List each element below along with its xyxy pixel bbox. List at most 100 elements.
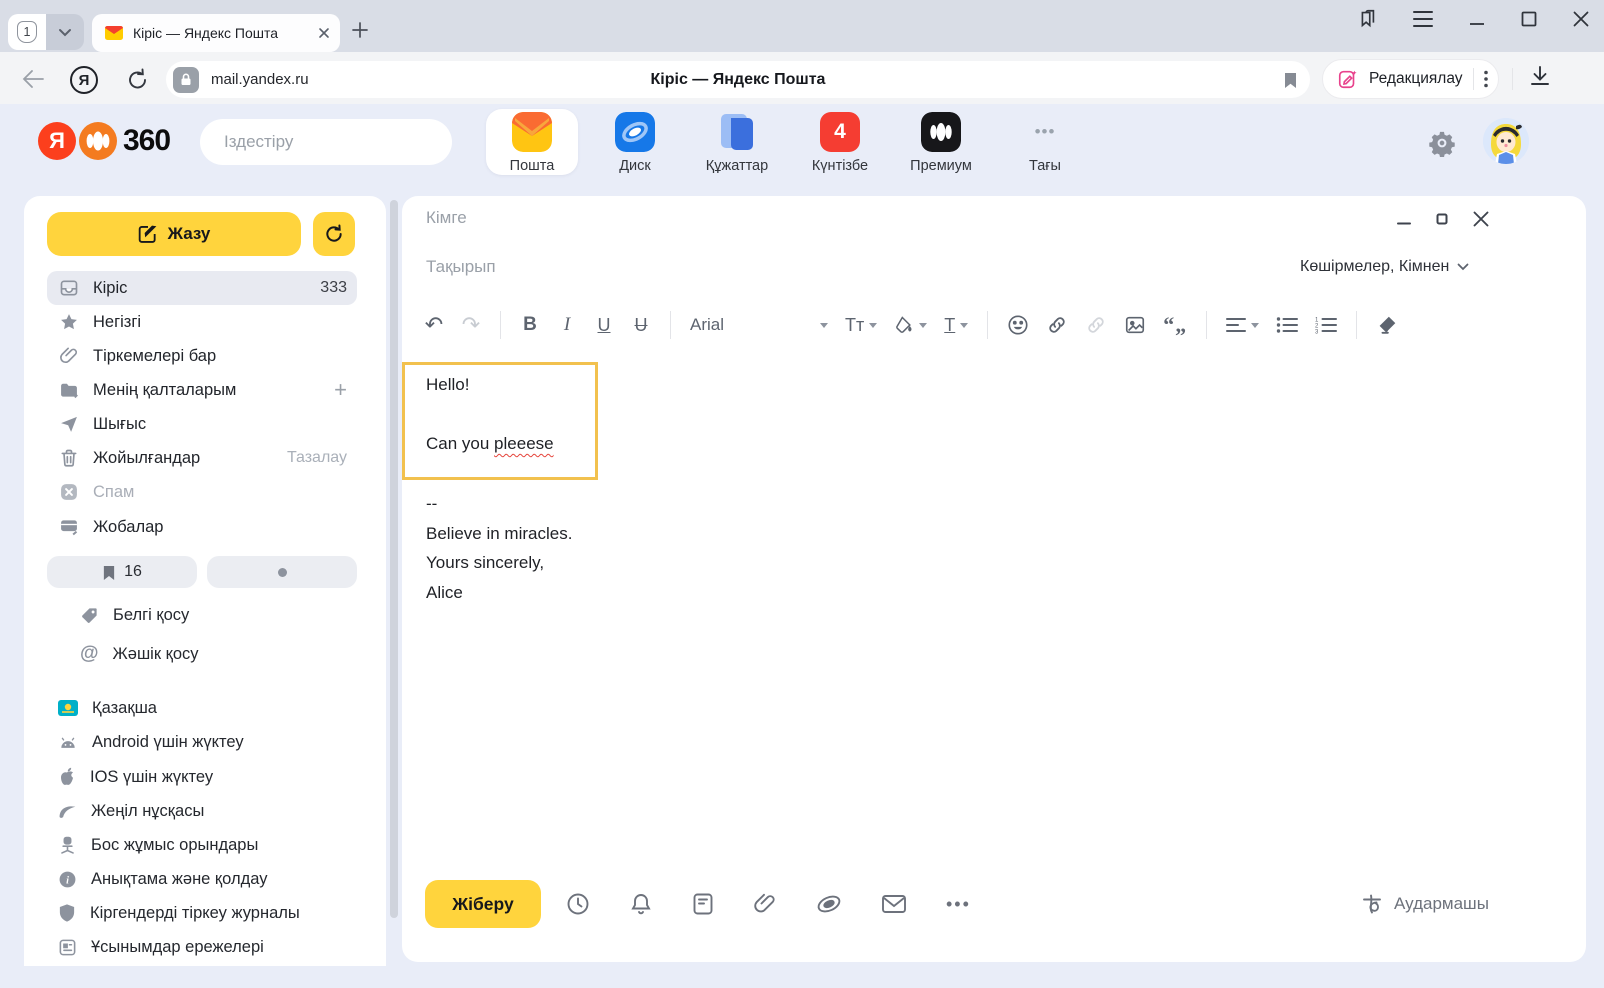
send-button[interactable]: Жіберу <box>425 880 541 928</box>
sidebar-link-light-version[interactable]: Жеңіл нұсқасы <box>58 796 368 826</box>
search-box[interactable] <box>200 119 452 165</box>
underline-button[interactable]: U <box>594 315 614 336</box>
add-folder-button[interactable]: + <box>334 377 347 403</box>
sidebar-link-android[interactable]: Android үшін жүктеу <box>58 727 368 757</box>
numbered-list-icon[interactable]: 123 <box>1315 316 1337 334</box>
insert-image-icon[interactable] <box>1124 314 1146 336</box>
subject-field[interactable] <box>426 257 1226 277</box>
sidebar-folder-attachments[interactable]: Тіркемелері бар <box>47 339 357 373</box>
translate-icon <box>1360 892 1384 916</box>
font-size-select[interactable]: Tт <box>845 315 877 336</box>
bold-button[interactable]: B <box>520 314 540 336</box>
sidebar-folder-projects[interactable]: Жобалар <box>47 510 357 544</box>
window-close-icon[interactable] <box>1572 10 1590 28</box>
search-input[interactable] <box>224 132 445 152</box>
service-calendar[interactable]: 4 Күнтізбе <box>794 110 886 174</box>
sidebar-folder-spam[interactable]: Спам <box>47 475 357 509</box>
new-tab-button[interactable] <box>352 22 368 43</box>
service-premium[interactable]: Премиум <box>895 110 987 174</box>
italic-button[interactable]: I <box>557 314 577 336</box>
sidebar-link-recommendations[interactable]: Ұсынымдар ережелері <box>58 932 368 962</box>
to-field[interactable] <box>426 208 1226 228</box>
notify-bell-icon[interactable] <box>629 892 653 916</box>
bookmarks-pill[interactable]: 16 <box>47 556 197 588</box>
tab-list-chevron-button[interactable] <box>46 14 84 50</box>
tab-counter-group[interactable]: 1 <box>8 14 84 50</box>
sidebar-link-login-journal[interactable]: Кіргендерді тіркеу журналы <box>58 898 368 928</box>
service-mail[interactable]: Пошта <box>486 110 578 174</box>
translator-button[interactable]: Аудармашы <box>1360 880 1489 928</box>
sidebar-link-ios[interactable]: IOS үшін жүктеу <box>58 762 368 792</box>
compose-close-icon[interactable] <box>1472 210 1490 228</box>
back-icon[interactable] <box>22 70 44 88</box>
service-disk[interactable]: Диск <box>589 110 681 174</box>
align-select[interactable] <box>1226 317 1259 333</box>
reload-icon[interactable] <box>126 68 150 92</box>
compose-expand-icon[interactable] <box>1436 213 1448 225</box>
chevron-down-icon <box>960 323 968 328</box>
sidebar-folder-my-folders[interactable]: Менің қалталарым + <box>47 373 357 407</box>
sidebar-folder-trash[interactable]: Жойылғандар Тазалау <box>47 441 357 475</box>
bookmark-icon[interactable] <box>1283 71 1298 89</box>
strikethrough-button[interactable]: U <box>631 315 651 336</box>
user-avatar[interactable] <box>1483 118 1529 164</box>
cc-from-toggle[interactable]: Көшірмелер, Кімнен <box>1300 258 1469 276</box>
service-more[interactable]: ••• Тағы <box>999 110 1091 174</box>
tab-counter-button[interactable]: 1 <box>8 14 46 50</box>
ssl-lock-icon[interactable] <box>173 67 199 93</box>
browser-menu-icon[interactable] <box>1412 10 1434 28</box>
schedule-send-clock-icon[interactable] <box>566 892 590 916</box>
emoji-icon[interactable] <box>1007 314 1029 336</box>
url-bar[interactable]: mail.yandex.ru Кіріс — Яндекс Пошта <box>166 61 1310 98</box>
bookmarks-panel-icon[interactable] <box>1356 8 1378 30</box>
star-icon <box>59 312 79 332</box>
compose-button[interactable]: Жазу <box>47 212 301 256</box>
envelope-icon[interactable] <box>881 893 907 915</box>
template-icon[interactable] <box>692 892 714 916</box>
link-icon[interactable] <box>1046 314 1068 336</box>
to-input[interactable] <box>426 208 1226 228</box>
font-family-select[interactable]: Arial <box>690 315 828 335</box>
bullet-list-icon[interactable] <box>1276 316 1298 334</box>
add-label-action[interactable]: Белгі қосу <box>80 600 390 630</box>
window-minimize-icon[interactable] <box>1468 10 1486 28</box>
redo-icon[interactable]: ↷ <box>461 312 481 338</box>
empty-trash-button[interactable]: Тазалау <box>287 449 347 467</box>
undo-icon[interactable]: ↶ <box>424 312 444 338</box>
attach-paperclip-icon[interactable] <box>753 892 777 916</box>
text-color-select[interactable]: T <box>944 315 968 336</box>
downloads-icon[interactable] <box>1528 64 1552 88</box>
compose-minimize-icon[interactable] <box>1396 211 1412 227</box>
signature-line: Yours sincerely, <box>426 548 572 578</box>
signature-block[interactable]: -- Believe in miracles. Yours sincerely,… <box>426 489 572 607</box>
fill-color-select[interactable] <box>894 315 927 335</box>
link-label: Жеңіл нұсқасы <box>91 802 204 821</box>
window-maximize-icon[interactable] <box>1520 10 1538 28</box>
subject-input[interactable] <box>426 257 1226 277</box>
edit-button[interactable]: Редакциялау <box>1322 59 1499 99</box>
unread-dot-pill[interactable] <box>207 556 357 588</box>
add-mailbox-action[interactable]: @ Жәшік қосу <box>80 639 390 669</box>
tab-close-icon[interactable] <box>318 27 330 39</box>
blockquote-icon[interactable]: “„ <box>1163 312 1187 338</box>
email-body[interactable]: Hello! Can you pleeese <box>426 370 554 459</box>
sidebar-link-jobs[interactable]: Бос жұмыс орындары <box>58 830 368 860</box>
sidebar-link-help[interactable]: i Анықтама және қолдау <box>58 864 368 894</box>
browser-tab[interactable]: Кіріс — Яндекс Пошта <box>92 14 340 52</box>
sidebar-folder-primary[interactable]: Негізгі <box>47 305 357 339</box>
service-docs[interactable]: Құжаттар <box>691 110 783 174</box>
unlink-icon[interactable] <box>1085 314 1107 336</box>
sidebar-link-language[interactable]: Қазақша <box>58 693 368 723</box>
sidebar-folder-sent[interactable]: Шығыс <box>47 407 357 441</box>
yandex-disk-icon[interactable] <box>816 892 842 916</box>
more-vertical-icon[interactable] <box>1484 70 1488 88</box>
settings-gear-icon[interactable] <box>1428 129 1456 157</box>
clear-formatting-eraser-icon[interactable] <box>1376 314 1398 336</box>
svg-text:i: i <box>66 875 69 886</box>
page-scrollbar[interactable] <box>390 200 398 918</box>
refresh-button[interactable] <box>313 212 355 256</box>
yandex-360-logo[interactable]: Я 360 <box>38 122 170 160</box>
sidebar-folder-inbox[interactable]: Кіріс 333 <box>47 271 357 305</box>
more-actions-icon[interactable]: ••• <box>946 894 971 915</box>
yandex-home-icon[interactable]: Я <box>70 66 98 94</box>
